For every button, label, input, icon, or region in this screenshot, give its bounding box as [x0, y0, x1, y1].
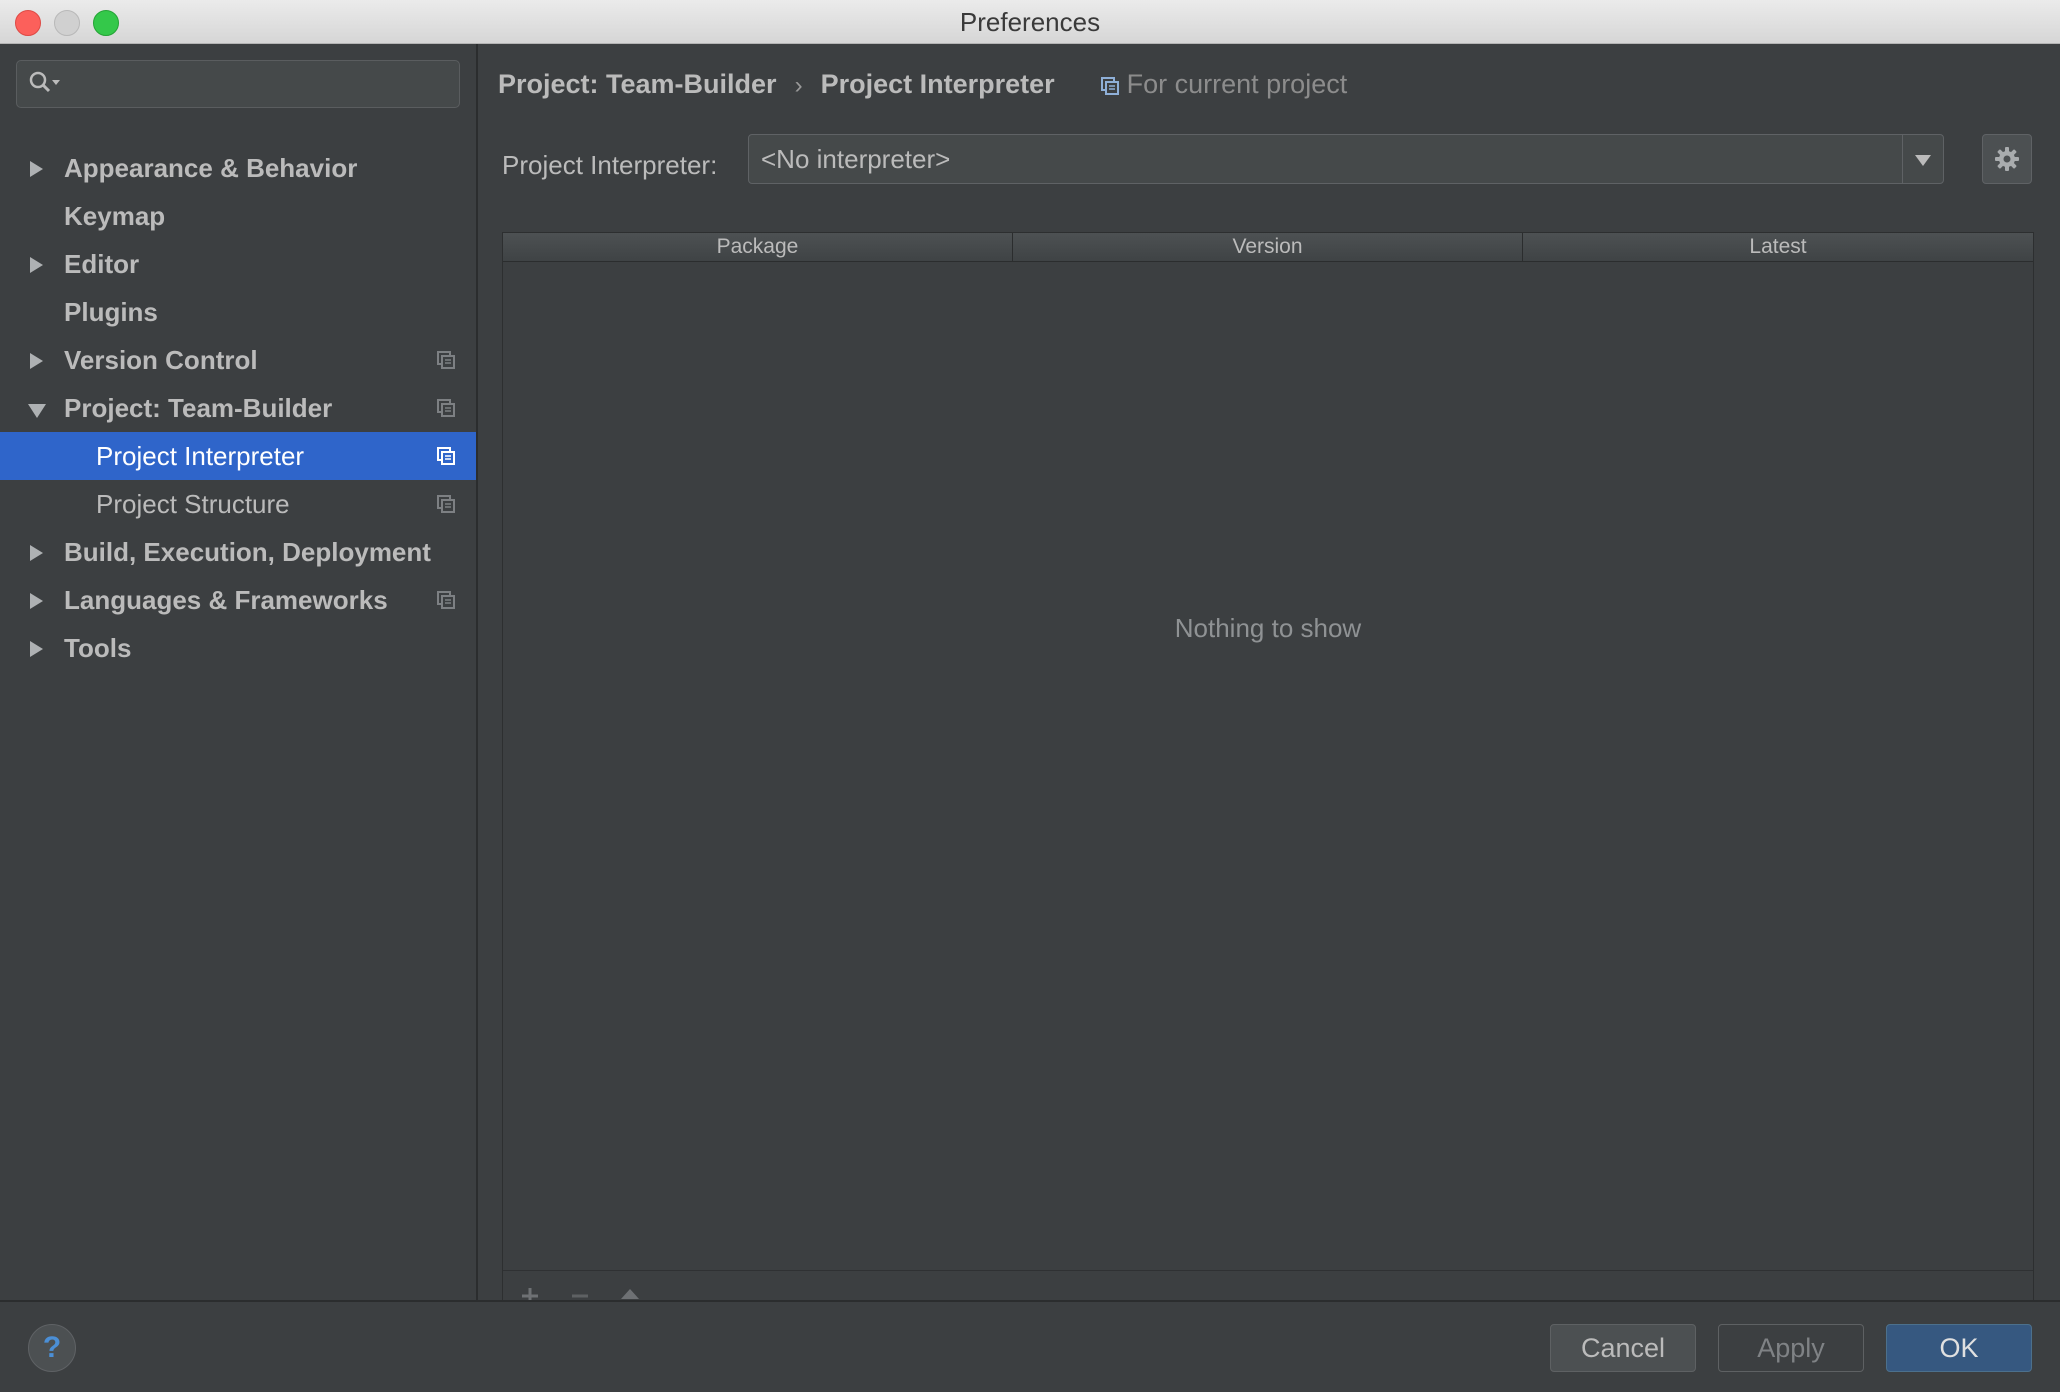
dialog-footer: ? Cancel Apply OK — [0, 1300, 2060, 1392]
search-input[interactable] — [77, 67, 451, 101]
gear-icon — [1995, 147, 2019, 171]
sidebar-item-project-team-builder[interactable]: Project: Team-Builder — [0, 384, 476, 432]
breadcrumb-separator: › — [794, 72, 803, 99]
sidebar-item-label: Project: Team-Builder — [64, 393, 333, 423]
settings-tree: Appearance & Behavior Keymap Editor Plug… — [0, 144, 476, 672]
search-icon — [29, 71, 60, 93]
packages-table-header: Package Version Latest — [503, 233, 2033, 262]
apply-button[interactable]: Apply — [1718, 1324, 1864, 1372]
sidebar-item-build-execution-deployment[interactable]: Build, Execution, Deployment — [0, 528, 476, 576]
project-scope-icon — [437, 447, 455, 465]
sidebar-item-tools[interactable]: Tools — [0, 624, 476, 672]
expand-arrow-icon[interactable] — [30, 641, 43, 657]
sidebar-item-plugins[interactable]: Plugins — [0, 288, 476, 336]
expand-arrow-icon[interactable] — [30, 353, 43, 369]
breadcrumb-current: Project Interpreter — [820, 69, 1055, 99]
sidebar-item-project-interpreter[interactable]: Project Interpreter — [0, 432, 476, 480]
sidebar-item-label: Languages & Frameworks — [64, 585, 388, 615]
settings-content: Project: Team-Builder › Project Interprete… — [478, 44, 2060, 1322]
project-scope-icon — [437, 495, 455, 513]
sidebar-item-label: Project Interpreter — [96, 441, 305, 471]
empty-table-message: Nothing to show — [1174, 613, 1362, 643]
expand-arrow-icon[interactable] — [30, 593, 43, 609]
sidebar-item-label: Project Structure — [96, 489, 290, 519]
column-header-package[interactable]: Package — [503, 233, 1013, 261]
interpreter-value: <No interpreter> — [761, 144, 951, 174]
sidebar-item-editor[interactable]: Editor — [0, 240, 476, 288]
collapse-arrow-icon[interactable] — [28, 404, 46, 418]
breadcrumb: Project: Team-Builder › Project Interprete… — [498, 66, 1347, 102]
sidebar-item-version-control[interactable]: Version Control — [0, 336, 476, 384]
column-header-latest[interactable]: Latest — [1523, 233, 2033, 261]
sidebar-item-keymap[interactable]: Keymap — [0, 192, 476, 240]
sidebar-item-label: Build, Execution, Deployment — [64, 537, 431, 567]
sidebar-item-languages-frameworks[interactable]: Languages & Frameworks — [0, 576, 476, 624]
sidebar-item-appearance-behavior[interactable]: Appearance & Behavior — [0, 144, 476, 192]
sidebar-item-project-structure[interactable]: Project Structure — [0, 480, 476, 528]
packages-table: Package Version Latest Nothing to show — [502, 232, 2034, 1322]
window-title: Preferences — [959, 7, 1101, 37]
ok-button[interactable]: OK — [1886, 1324, 2032, 1372]
expand-arrow-icon[interactable] — [30, 161, 43, 177]
sidebar-item-label: Plugins — [64, 297, 158, 327]
sidebar-item-label: Tools — [64, 633, 132, 663]
project-scope-icon — [437, 591, 455, 609]
scope-indicator: For current project — [1100, 69, 1348, 99]
sidebar-item-label: Editor — [64, 249, 140, 279]
sidebar-item-label: Appearance & Behavior — [64, 153, 358, 183]
project-scope-icon — [1100, 77, 1119, 95]
expand-arrow-icon[interactable] — [30, 257, 43, 273]
scope-label: For current project — [1126, 69, 1348, 99]
settings-sidebar: Appearance & Behavior Keymap Editor Plug… — [0, 44, 478, 1300]
interpreter-select[interactable]: <No interpreter> — [748, 134, 1944, 184]
interpreter-label: Project Interpreter: — [502, 150, 718, 180]
breadcrumb-parent: Project: Team-Builder — [498, 69, 777, 99]
settings-search[interactable] — [16, 60, 460, 108]
project-scope-icon — [437, 399, 455, 417]
project-scope-icon — [437, 351, 455, 369]
sidebar-item-label: Version Control — [64, 345, 258, 375]
interpreter-settings-button[interactable] — [1982, 134, 2032, 184]
expand-arrow-icon[interactable] — [30, 545, 43, 561]
preferences-window: Preferences Appearance & Behavior Keymap… — [0, 0, 2060, 1392]
interpreter-dropdown-button[interactable] — [1902, 135, 1943, 183]
title-bar: Preferences — [0, 0, 2060, 44]
column-header-version[interactable]: Version — [1013, 233, 1523, 261]
chevron-down-icon — [1915, 155, 1931, 166]
help-button[interactable]: ? — [28, 1324, 76, 1372]
cancel-button[interactable]: Cancel — [1550, 1324, 1696, 1372]
sidebar-item-label: Keymap — [64, 201, 166, 231]
